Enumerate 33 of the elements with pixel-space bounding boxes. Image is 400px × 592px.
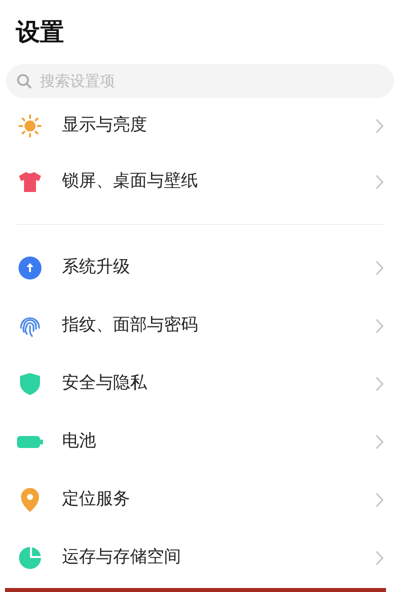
page-title: 设置 [16,17,64,48]
sun-icon [18,114,42,138]
item-label: 系统升级 [62,256,131,280]
settings-item[interactable]: 显示与亮度 [0,98,400,154]
chevron-right-icon [375,550,384,566]
chevron-right-icon [375,260,384,276]
battery-icon [17,435,43,449]
location-pin-icon [20,487,40,513]
search-field[interactable]: 搜索设置项 [6,64,394,98]
search-icon [16,73,32,89]
settings-item[interactable]: 系统升级 [0,239,400,297]
settings-item[interactable]: 运存与存储空间 [0,529,400,587]
chevron-right-icon [375,318,384,334]
chevron-right-icon [375,174,384,190]
shield-icon [19,372,41,396]
item-label: 安全与隐私 [62,372,148,396]
pie-chart-icon [18,546,42,570]
item-label: 显示与亮度 [62,114,148,138]
chevron-right-icon [375,118,384,134]
item-label: 运存与存储空间 [62,546,182,570]
settings-item[interactable]: 指纹、面部与密码 [0,297,400,355]
chevron-right-icon [375,492,384,508]
item-label: 定位服务 [62,488,131,512]
item-label: 锁屏、桌面与壁纸 [62,170,199,194]
settings-item[interactable]: 定位服务 [0,471,400,529]
item-label: 指纹、面部与密码 [62,314,199,338]
chevron-right-icon [375,434,384,450]
item-label: 电池 [62,430,97,454]
settings-item[interactable]: 安全与隐私 [0,355,400,413]
shirt-icon [18,171,42,193]
settings-item[interactable]: 电池 [0,413,400,471]
settings-item[interactable]: 锁屏、桌面与壁纸 [0,154,400,210]
chevron-right-icon [375,376,384,392]
